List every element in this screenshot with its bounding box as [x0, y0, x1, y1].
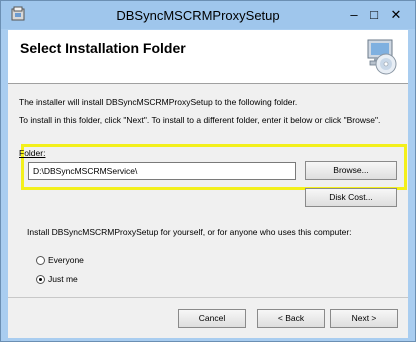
back-button[interactable]: < Back [257, 309, 325, 328]
browse-button[interactable]: Browse... [305, 161, 397, 180]
installer-app-icon [11, 6, 25, 21]
install-instructions-text: To install in this folder, click "Next".… [19, 115, 381, 125]
title-bar: DBSyncMSCRMProxySetup – □ ✕ [1, 1, 415, 29]
just-me-radio[interactable] [36, 275, 45, 284]
dialog-body: The installer will install DBSyncMSCRMPr… [8, 84, 408, 297]
disk-cost-button[interactable]: Disk Cost... [305, 188, 397, 207]
maximize-button[interactable]: □ [365, 7, 383, 23]
install-for-text: Install DBSyncMSCRMProxySetup for yourse… [27, 227, 352, 237]
close-button[interactable]: ✕ [383, 7, 409, 23]
just-me-label: Just me [48, 274, 78, 284]
dialog-header: Select Installation Folder [8, 30, 408, 84]
minimize-button[interactable]: – [345, 7, 363, 23]
everyone-label: Everyone [48, 255, 84, 265]
next-button[interactable]: Next > [330, 309, 398, 328]
install-info-text: The installer will install DBSyncMSCRMPr… [19, 97, 298, 107]
computer-cd-icon [367, 39, 397, 75]
window-title: DBSyncMSCRMProxySetup [116, 8, 280, 23]
dialog-footer: Cancel < Back Next > [8, 297, 408, 338]
folder-path-input[interactable] [28, 162, 296, 180]
page-title: Select Installation Folder [20, 40, 186, 56]
installer-window: DBSyncMSCRMProxySetup – □ ✕ Select Insta… [0, 0, 416, 342]
everyone-radio[interactable] [36, 256, 45, 265]
folder-label: Folder: [19, 148, 46, 158]
cancel-button[interactable]: Cancel [178, 309, 246, 328]
